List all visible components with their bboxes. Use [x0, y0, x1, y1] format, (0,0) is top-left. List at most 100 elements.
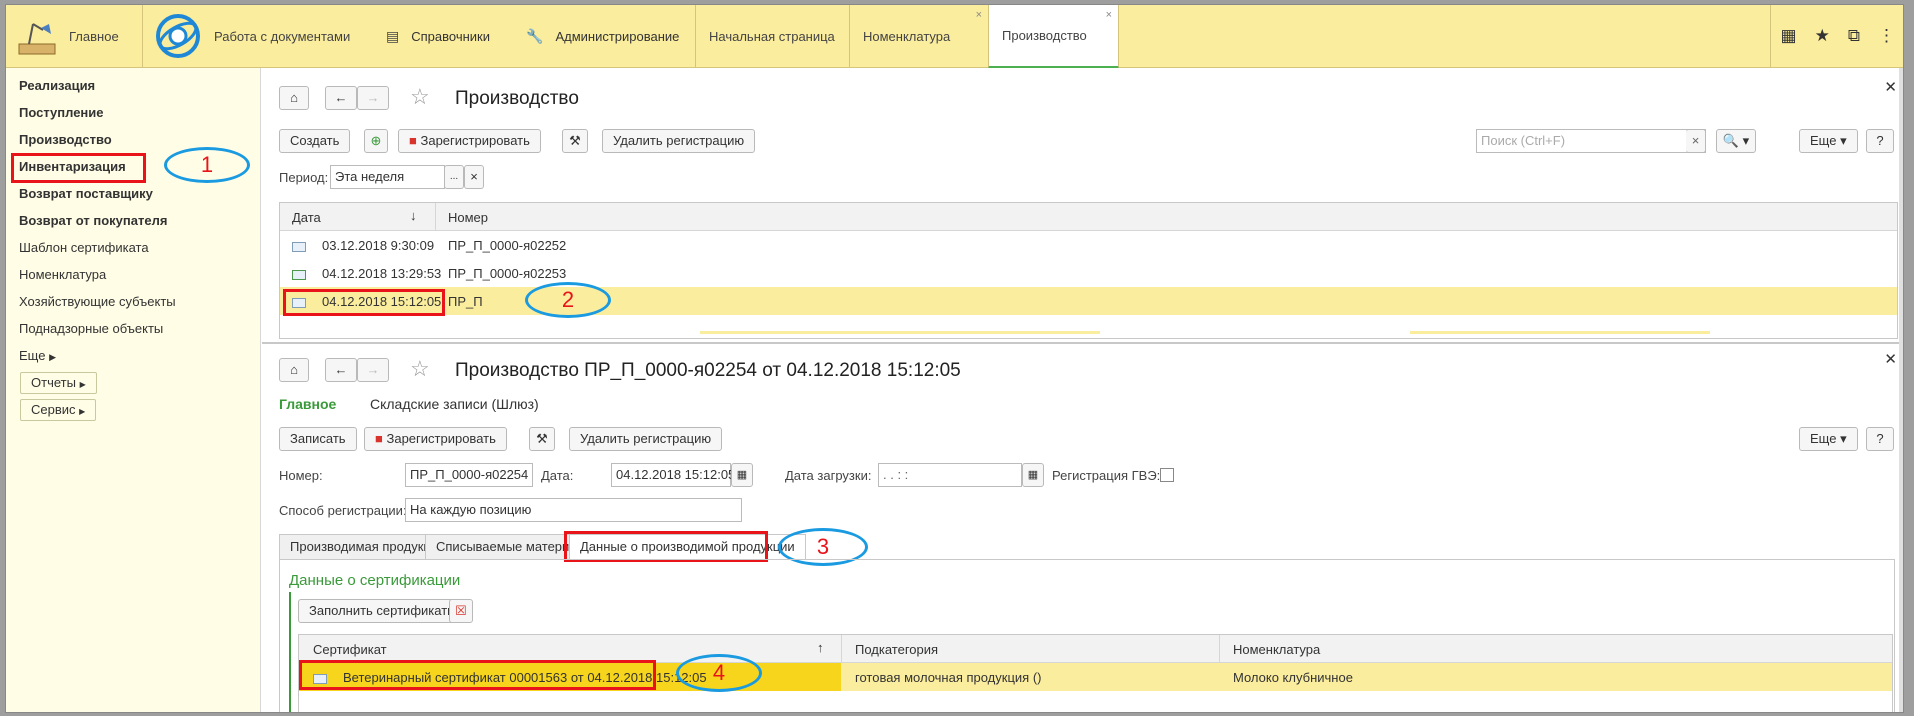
clear-search-icon[interactable]: ×: [1686, 129, 1706, 153]
search-input[interactable]: Поиск (Ctrl+F): [1476, 129, 1706, 153]
scrollbar[interactable]: [1899, 68, 1903, 712]
sidebar-item-nomenclature[interactable]: Номенклатура: [19, 267, 106, 282]
sidebar-item-production[interactable]: Производство: [19, 132, 112, 147]
period-field[interactable]: Эта неделя: [330, 165, 445, 189]
tab-production[interactable]: Производство ×: [988, 5, 1119, 69]
period-clear-icon[interactable]: ×: [464, 165, 484, 189]
help-button[interactable]: ?: [1866, 129, 1894, 153]
home-button[interactable]: ⌂: [279, 358, 309, 382]
search-icon: 🔍: [1722, 133, 1740, 148]
docs-logo-icon: [156, 14, 200, 58]
unregister-button[interactable]: Удалить регистрацию: [602, 129, 756, 153]
sidebar-item-entities[interactable]: Хозяйствующие субъекты: [19, 294, 176, 309]
register-button[interactable]: ■ Зарегистрировать: [398, 129, 541, 153]
number-label: Номер:: [279, 468, 323, 483]
docs-label: Работа с документами: [214, 28, 351, 44]
more-button[interactable]: Еще ▾: [1799, 129, 1858, 153]
menu-icon[interactable]: ⋮: [1878, 26, 1895, 46]
list-icon: ▤: [386, 27, 400, 44]
sidebar-item-sales[interactable]: Реализация: [19, 78, 95, 93]
save-button[interactable]: Записать: [279, 427, 357, 451]
help-button[interactable]: ?: [1866, 427, 1894, 451]
sidebar-item-return-customer[interactable]: Возврат от покупателя: [19, 213, 167, 228]
stamp-icon[interactable]: ⚒: [529, 427, 555, 451]
annotation-box-1: [11, 153, 146, 183]
service-button[interactable]: Сервис ▶: [20, 399, 97, 421]
cube-icon: ■: [409, 133, 417, 148]
period-label: Период:: [279, 170, 329, 185]
gve-checkbox[interactable]: [1160, 468, 1174, 482]
row-date: 04.12.2018 13:29:53: [292, 266, 441, 281]
col-date[interactable]: Дата: [292, 210, 321, 225]
top-bar: Главное Работа с документами ▤ Справочни…: [6, 5, 1903, 69]
date-field[interactable]: 04.12.2018 15:12:05: [611, 463, 735, 487]
star-icon[interactable]: ★: [1815, 26, 1830, 46]
service-label: Сервис: [31, 402, 76, 417]
more-label: Еще: [1810, 133, 1837, 148]
tab-nomenclature[interactable]: Номенклатура ×: [849, 5, 988, 68]
nav-warehouse-records[interactable]: Складские записи (Шлюз): [370, 396, 539, 412]
home-button[interactable]: ⌂: [279, 86, 309, 110]
docs-section[interactable]: Работа с документами: [154, 5, 372, 67]
favorite-star-icon[interactable]: ☆: [410, 84, 430, 110]
number-field[interactable]: ПР_П_0000-я02254: [405, 463, 533, 487]
close-icon[interactable]: ✕: [1884, 350, 1897, 368]
stamp-icon[interactable]: ⚒: [562, 129, 588, 153]
create-button[interactable]: Создать: [279, 129, 351, 153]
table-row[interactable]: 04.12.2018 13:29:53 ПР_П_0000-я02253: [280, 259, 1897, 287]
delete-icon[interactable]: ☒: [449, 599, 473, 623]
sidebar-item-more[interactable]: Еще ▶: [19, 348, 56, 363]
col-number[interactable]: Номер: [448, 210, 488, 225]
table-row-selected[interactable]: 04.12.2018 15:12:05 ПР_П: [280, 287, 1897, 315]
close-icon[interactable]: ×: [976, 9, 982, 21]
row-number: ПР_П_0000-я02253: [448, 266, 567, 281]
more-button[interactable]: Еще ▾: [1799, 427, 1858, 451]
method-field[interactable]: На каждую позицию: [405, 498, 742, 522]
calendar-icon[interactable]: ▦: [731, 463, 753, 487]
sidebar-item-return-supplier[interactable]: Возврат поставщику: [19, 186, 153, 201]
gve-label: Регистрация ГВЭ:: [1052, 468, 1161, 483]
production-document-panel: ⌂ ← → ☆ Производство ПР_П_0000-я02254 от…: [262, 342, 1903, 712]
col-subcategory[interactable]: Подкатегория: [855, 642, 938, 657]
table-header: Дата ↓ Номер: [280, 203, 1897, 231]
more-label: Еще: [1810, 431, 1837, 446]
period-select-button[interactable]: ...: [444, 165, 464, 189]
sidebar-item-supervised[interactable]: Поднадзорные объекты: [19, 321, 163, 336]
table-row[interactable]: 03.12.2018 9:30:09 ПР_П_0000-я02252: [280, 231, 1897, 259]
back-button[interactable]: ←: [325, 86, 357, 110]
documents-table: Дата ↓ Номер 03.12.2018 9:30:09 ПР_П_000…: [279, 202, 1898, 339]
forward-button[interactable]: →: [357, 86, 389, 110]
apps-grid-icon[interactable]: ▦: [1781, 26, 1797, 46]
col-certificate[interactable]: Сертификат: [313, 642, 387, 657]
nav-main[interactable]: Главное: [279, 396, 336, 412]
back-button[interactable]: ←: [325, 358, 357, 382]
references-label: Справочники: [411, 28, 490, 44]
load-date-field[interactable]: . . : :: [878, 463, 1022, 487]
close-icon[interactable]: ✕: [1884, 78, 1897, 96]
forward-button[interactable]: →: [357, 358, 389, 382]
history-icon[interactable]: ⧉: [1848, 26, 1860, 46]
references-section[interactable]: ▤ Справочники: [386, 5, 490, 67]
date-label: Дата:: [541, 468, 574, 483]
register-button[interactable]: ■ Зарегистрировать: [364, 427, 507, 451]
document-posted-icon: [292, 269, 306, 280]
close-icon[interactable]: ×: [1106, 9, 1112, 21]
admin-section[interactable]: 🔧 Администрирование: [526, 5, 679, 67]
sidebar-item-cert-template[interactable]: Шаблон сертификата: [19, 240, 149, 255]
sidebar-item-receipt[interactable]: Поступление: [19, 105, 104, 120]
favorite-star-icon[interactable]: ☆: [410, 356, 430, 382]
annotation-box-4: [299, 660, 656, 690]
home-section[interactable]: Главное: [6, 5, 143, 67]
fill-certificates-button[interactable]: Заполнить сертификаты: [298, 599, 468, 623]
reports-button[interactable]: Отчеты ▶: [20, 372, 97, 394]
copy-icon[interactable]: ⊕: [364, 129, 388, 153]
calendar-icon[interactable]: ▦: [1022, 463, 1044, 487]
admin-label: Администрирование: [555, 28, 680, 44]
tab-nomenclature-label: Номенклатура: [863, 29, 951, 44]
col-nomenclature[interactable]: Номенклатура: [1233, 642, 1320, 657]
tab-start-page[interactable]: Начальная страница: [695, 5, 849, 68]
search-button[interactable]: 🔍 ▾: [1716, 129, 1756, 153]
caret-right-icon: ▶: [79, 407, 86, 416]
unregister-button[interactable]: Удалить регистрацию: [569, 427, 723, 451]
register-label: Зарегистрировать: [420, 133, 530, 148]
